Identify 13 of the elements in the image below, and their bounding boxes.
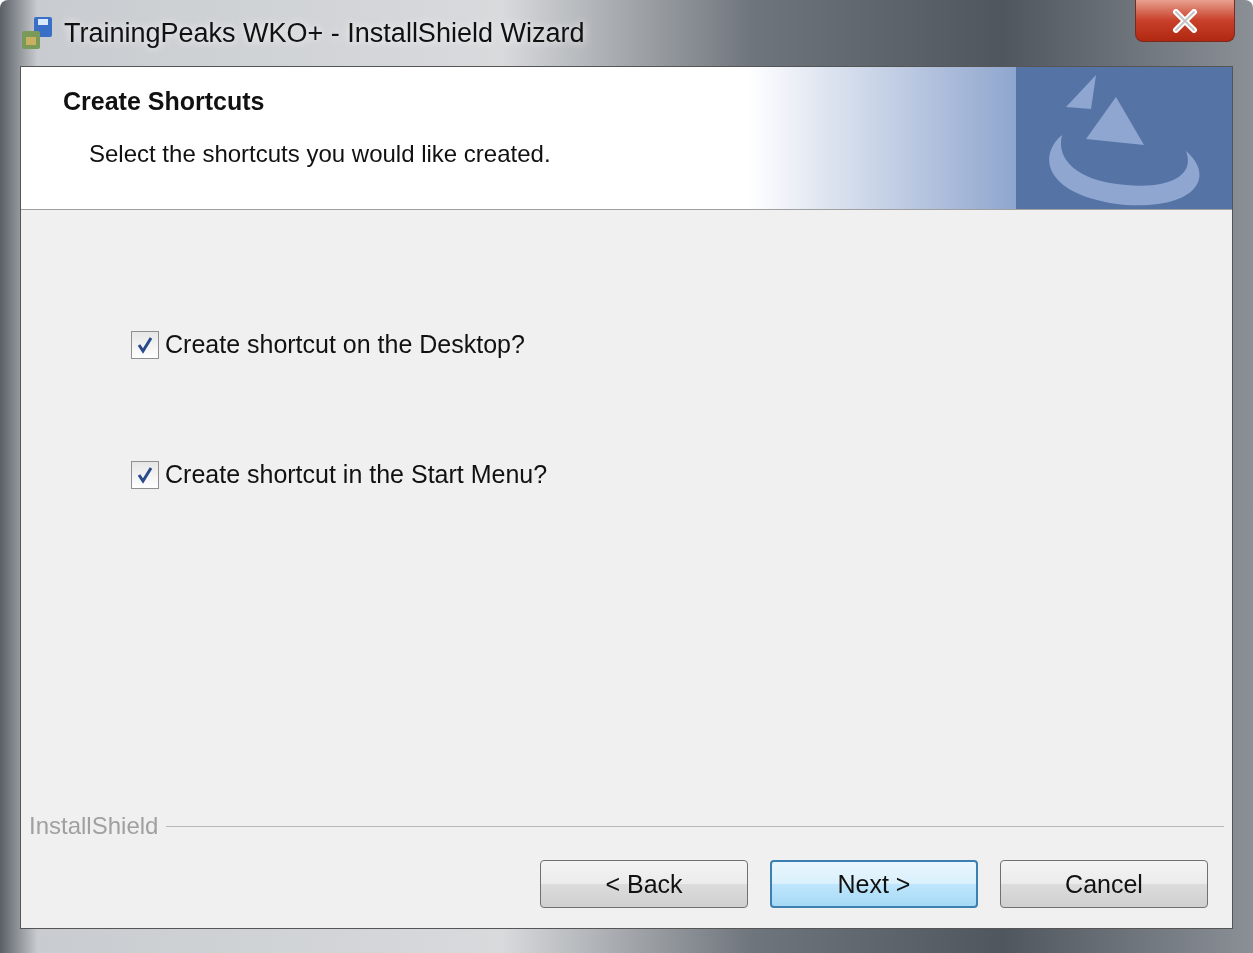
- checkbox-label[interactable]: Create shortcut on the Desktop?: [165, 330, 525, 359]
- wizard-button[interactable]: < Back: [540, 860, 748, 908]
- close-button[interactable]: [1135, 0, 1235, 42]
- checkbox-label[interactable]: Create shortcut in the Start Menu?: [165, 460, 548, 489]
- page-subtitle: Select the shortcuts you would like created.: [88, 140, 552, 168]
- wizard-button[interactable]: Next >: [770, 860, 978, 908]
- wizard-button[interactable]: Cancel: [1000, 860, 1208, 908]
- window-title: TrainingPeaks WKO+ - InstallShield Wizard: [64, 17, 585, 49]
- close-icon: [1172, 8, 1198, 33]
- brand-label: InstallShield: [29, 812, 159, 840]
- checkbox[interactable]: [131, 460, 159, 489]
- checkbox[interactable]: [131, 330, 159, 359]
- page-title: Create Shortcuts: [63, 87, 266, 116]
